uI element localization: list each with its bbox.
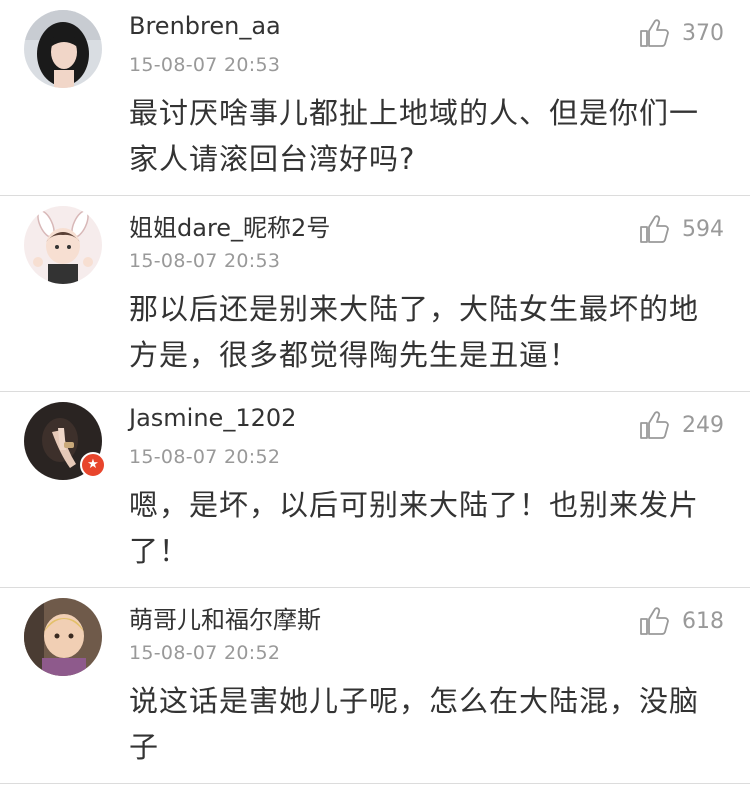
comment-text: 说这话是害她儿子呢，怎么在大陆混，没脑子 [129, 684, 700, 764]
timestamp: 15-08-07 20:52 [129, 642, 281, 664]
comment-item: Brenbren_aa 15-08-07 20:53 370 最讨厌啥事儿都扯上… [0, 0, 750, 196]
username[interactable]: 萌哥儿和福尔摩斯 [129, 600, 321, 635]
avatar[interactable] [24, 206, 102, 284]
like-count: 618 [682, 608, 724, 634]
like-count: 594 [682, 216, 724, 242]
comment-text: 嗯，是坏，以后可别来大陆了！也别来发片了！ [129, 488, 700, 568]
like-button[interactable]: 370 [638, 16, 724, 50]
thumbs-up-icon [640, 19, 669, 47]
star-badge-icon: ★ [80, 452, 106, 478]
avatar[interactable] [24, 10, 102, 88]
username[interactable]: 姐姐dare_昵称2号 [129, 208, 330, 243]
comment-item: 萌哥儿和福尔摩斯 15-08-07 20:52 618 说这话是害她儿子呢，怎么… [0, 588, 750, 784]
username[interactable]: Jasmine_1202 [129, 404, 296, 432]
like-button[interactable]: 618 [638, 604, 724, 638]
like-count: 370 [682, 20, 724, 46]
comment-text: 那以后还是别来大陆了，大陆女生最坏的地方是，很多都觉得陶先生是丑逼！ [129, 292, 700, 372]
thumbs-up-icon [640, 215, 669, 243]
username[interactable]: Brenbren_aa [129, 12, 281, 40]
like-button[interactable]: 249 [638, 408, 724, 442]
timestamp: 15-08-07 20:53 [129, 54, 281, 76]
avatar[interactable] [24, 598, 102, 676]
thumbs-up-icon [640, 607, 669, 635]
like-count: 249 [682, 412, 724, 438]
comment-text: 最讨厌啥事儿都扯上地域的人、但是你们一家人请滚回台湾好吗? [129, 96, 700, 176]
comment-item: ★ Jasmine_1202 15-08-07 20:52 249 嗯，是坏，以… [0, 392, 750, 588]
like-button[interactable]: 594 [638, 212, 724, 246]
thumbs-up-icon [640, 411, 669, 439]
timestamp: 15-08-07 20:52 [129, 446, 281, 468]
comment-item: 姐姐dare_昵称2号 15-08-07 20:53 594 那以后还是别来大陆… [0, 196, 750, 392]
timestamp: 15-08-07 20:53 [129, 250, 281, 272]
